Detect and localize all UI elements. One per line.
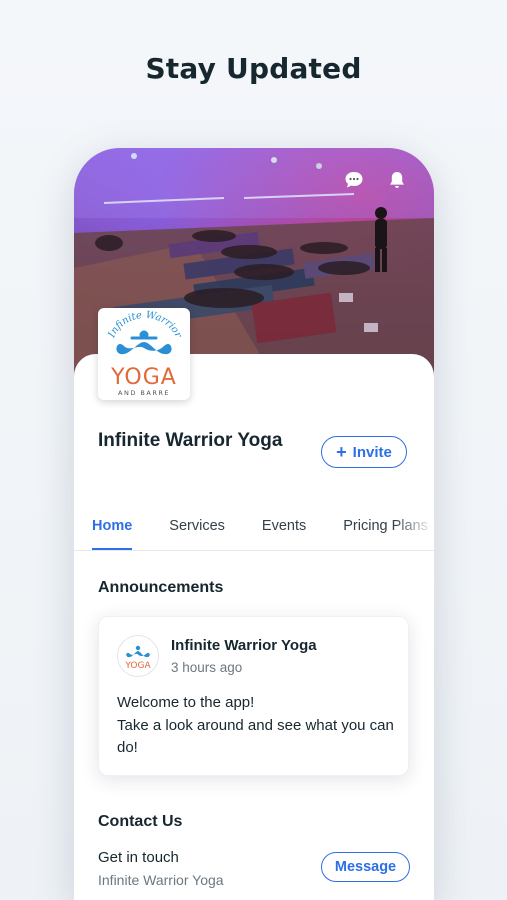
tab-home[interactable]: Home (92, 504, 133, 550)
announcements-title: Announcements (98, 579, 224, 596)
post-timestamp: 3 hours ago (171, 660, 243, 675)
yoga-logo-icon: Infinite Warrior YOGA AND BARRE (106, 310, 184, 397)
logo-sub-text: AND BARRE (118, 389, 170, 397)
yoga-logo-icon: YOGA (124, 645, 151, 671)
contact-get-in-touch: Get in touch (98, 849, 179, 866)
invite-button-label: Invite (352, 443, 392, 461)
business-name: Infinite Warrior Yoga (98, 430, 283, 451)
bell-icon[interactable] (387, 170, 409, 192)
phone-frame: Infinite Warrior YOGA AND BARRE Infinite… (74, 148, 434, 900)
author-avatar: YOGA (117, 635, 159, 677)
message-button[interactable]: Message (321, 852, 410, 882)
tab-bar: Home Services Events Pricing Plans (74, 504, 434, 551)
contact-title: Contact Us (98, 813, 183, 830)
post-body-line: Welcome to the app! (117, 694, 255, 711)
contact-business-name: Infinite Warrior Yoga (98, 872, 224, 888)
invite-button[interactable]: + Invite (321, 436, 407, 468)
chat-bubble-icon[interactable] (344, 170, 366, 192)
tab-events[interactable]: Events (262, 504, 306, 550)
avatar-logo-text: YOGA (124, 661, 151, 671)
business-logo: Infinite Warrior YOGA AND BARRE (98, 308, 190, 400)
post-body-line: Take a look around and see what you can … (117, 716, 394, 757)
post-author: Infinite Warrior Yoga (171, 637, 317, 654)
post-body: Welcome to the app! Take a look around a… (117, 692, 397, 760)
logo-main-text: YOGA (110, 365, 177, 390)
tab-overflow-fade (394, 504, 434, 550)
announcement-card[interactable]: YOGA Infinite Warrior Yoga 3 hours ago W… (98, 616, 409, 776)
page-headline: Stay Updated (145, 52, 362, 85)
plus-icon: + (336, 442, 347, 462)
tab-services[interactable]: Services (169, 504, 225, 550)
